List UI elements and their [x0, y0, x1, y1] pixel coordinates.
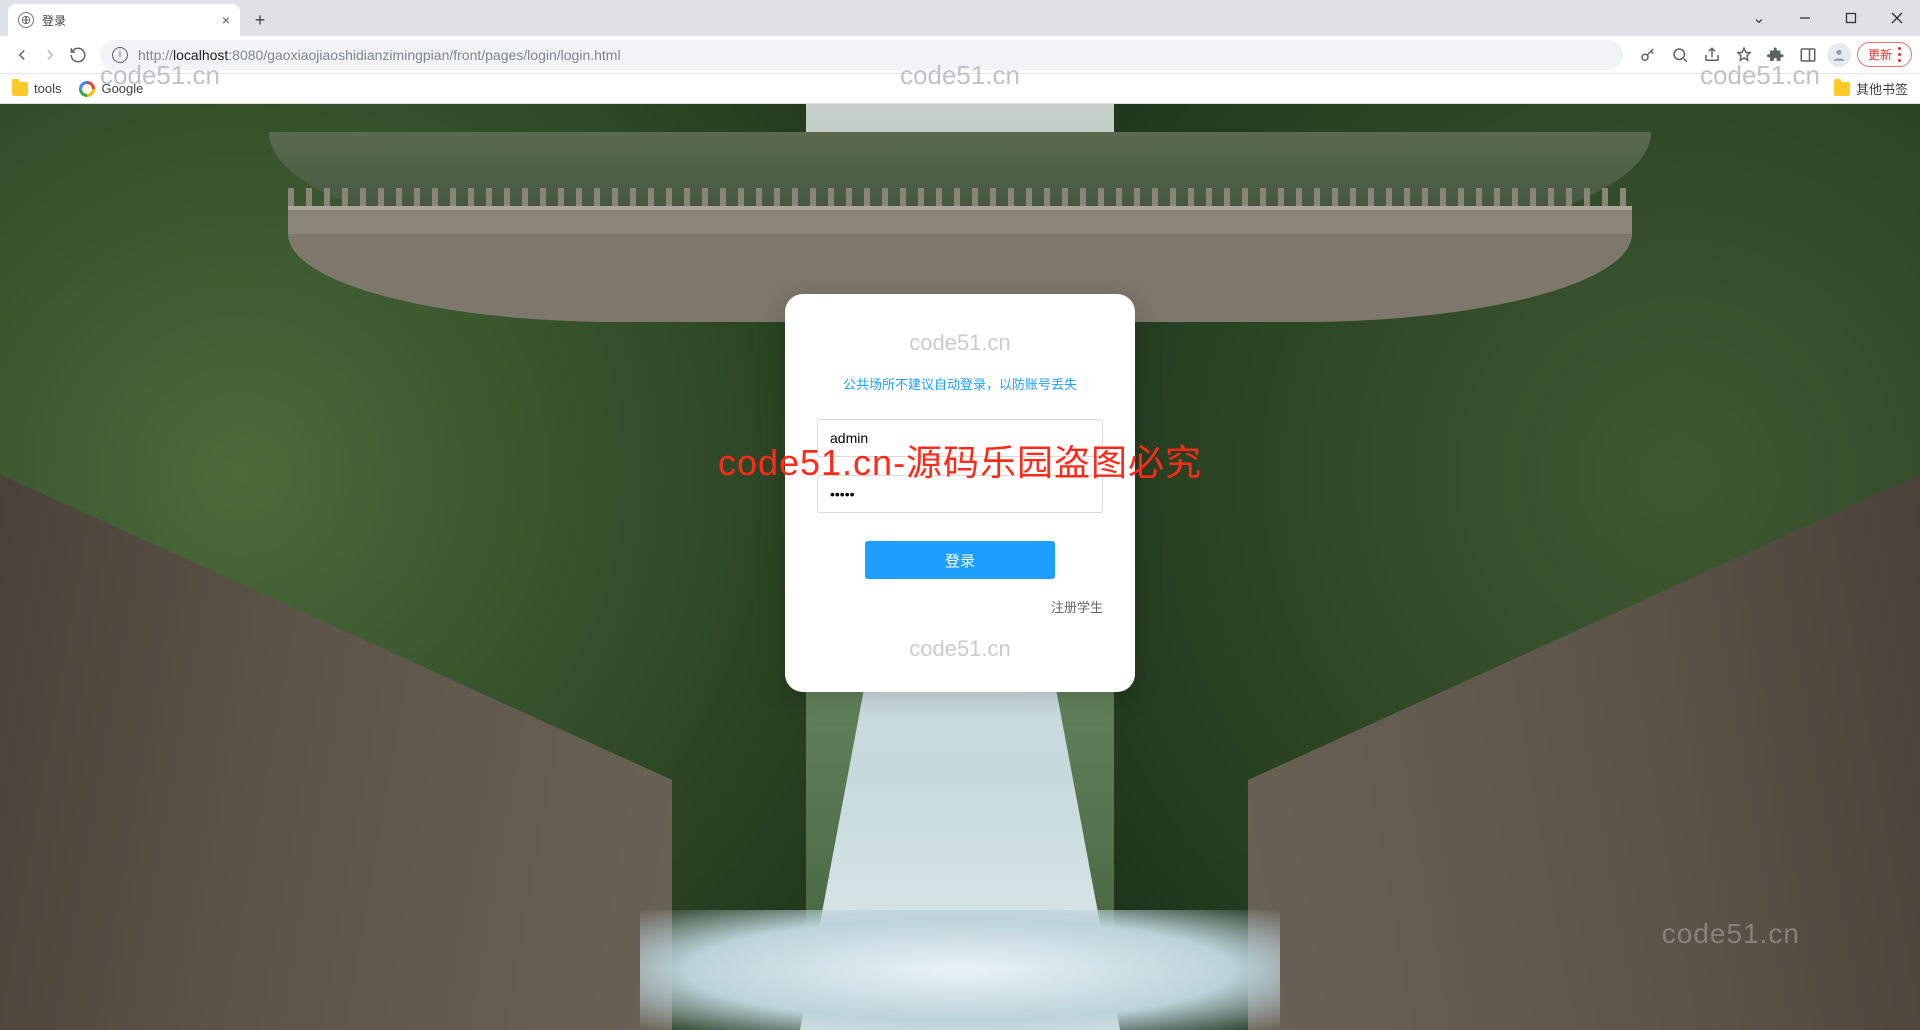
password-key-icon[interactable]: [1635, 42, 1661, 68]
close-tab-icon[interactable]: ×: [222, 12, 230, 28]
bookmark-label: 其他书签: [1856, 79, 1908, 98]
login-button[interactable]: 登录: [865, 541, 1055, 579]
tab-strip: 登录 × + ⌄: [0, 0, 1920, 36]
update-button[interactable]: 更新: [1857, 42, 1912, 67]
menu-dots-icon: [1898, 47, 1901, 62]
username-input[interactable]: [817, 419, 1103, 457]
globe-icon: [18, 12, 34, 28]
address-bar[interactable]: i http://localhost:8080/gaoxiaojiaoshidi…: [100, 40, 1623, 70]
register-link[interactable]: 注册学生: [817, 597, 1103, 616]
browser-tab[interactable]: 登录 ×: [8, 4, 240, 36]
bookmarks-bar: tools Google 其他书签: [0, 74, 1920, 104]
folder-icon: [12, 82, 28, 96]
folder-icon: [1834, 82, 1850, 96]
site-info-icon[interactable]: i: [112, 47, 128, 63]
new-tab-button[interactable]: +: [246, 6, 274, 34]
bookmark-google[interactable]: Google: [79, 81, 143, 97]
url-text: http://localhost:8080/gaoxiaojiaoshidian…: [138, 47, 621, 63]
profile-avatar[interactable]: [1827, 43, 1851, 67]
login-notice: 公共场所不建议自动登录，以防账号丢失: [817, 374, 1103, 393]
watermark: code51.cn: [817, 636, 1103, 662]
browser-chrome: 登录 × + ⌄ i http://localhost:8080/gaoxiao…: [0, 0, 1920, 104]
forward-button[interactable]: [36, 41, 64, 69]
password-input[interactable]: [817, 475, 1103, 513]
bookmark-star-icon[interactable]: [1731, 42, 1757, 68]
side-panel-icon[interactable]: [1795, 42, 1821, 68]
bookmark-other[interactable]: 其他书签: [1834, 79, 1908, 98]
page-content: code51.cn code51.cn 公共场所不建议自动登录，以防账号丢失 登…: [0, 104, 1920, 1030]
toolbar-right: 更新: [1629, 42, 1912, 68]
watermark: code51.cn: [817, 330, 1103, 356]
zoom-icon[interactable]: [1667, 42, 1693, 68]
extensions-icon[interactable]: [1763, 42, 1789, 68]
window-controls: ⌄: [1736, 0, 1920, 36]
toolbar: i http://localhost:8080/gaoxiaojiaoshidi…: [0, 36, 1920, 74]
back-button[interactable]: [8, 41, 36, 69]
minimize-icon[interactable]: [1782, 0, 1828, 36]
bookmark-label: tools: [34, 81, 61, 96]
window-close-icon[interactable]: [1874, 0, 1920, 36]
bookmark-tools[interactable]: tools: [12, 81, 61, 96]
google-icon: [79, 81, 95, 97]
tab-search-icon[interactable]: ⌄: [1736, 0, 1782, 36]
tab-title: 登录: [42, 12, 66, 29]
reload-button[interactable]: [64, 41, 92, 69]
maximize-icon[interactable]: [1828, 0, 1874, 36]
login-card: code51.cn 公共场所不建议自动登录，以防账号丢失 登录 注册学生 cod…: [785, 294, 1135, 692]
share-icon[interactable]: [1699, 42, 1725, 68]
bookmark-label: Google: [101, 81, 143, 96]
update-label: 更新: [1868, 46, 1892, 63]
